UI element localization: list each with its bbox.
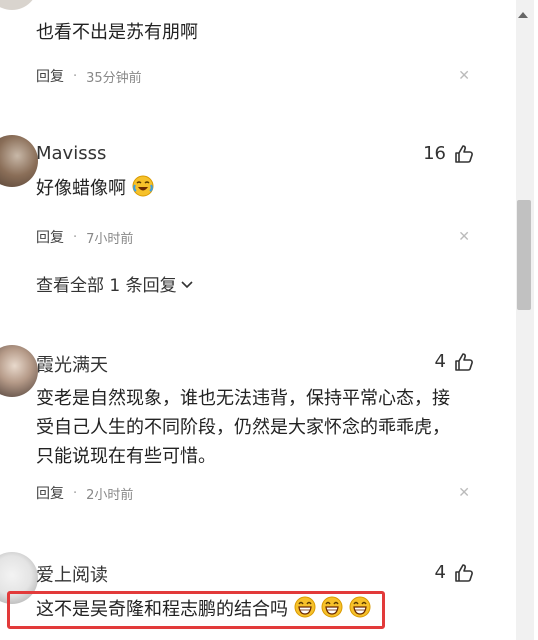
thumbs-up-icon [454, 563, 474, 583]
meta-separator: · [73, 68, 78, 84]
grinning-face-emoji [294, 596, 316, 627]
like-count: 16 [423, 143, 446, 164]
comment-text-line: 只能说现在有些可惜。 [36, 446, 216, 467]
comment-text: 好像蜡像啊 [36, 174, 154, 206]
grinning-face-emoji [349, 596, 371, 627]
thumbs-up-icon [454, 144, 474, 164]
scroll-up-arrow-icon[interactable] [518, 12, 528, 18]
comment-meta: 回复 · 2小时前 [36, 483, 133, 503]
meta-separator: · [73, 485, 78, 501]
avatar[interactable] [0, 135, 38, 187]
comment-text-body: 这不是吴奇隆和程志鹏的结合吗 [36, 599, 288, 620]
avatar[interactable] [0, 345, 38, 397]
username[interactable]: 爱上阅读 [36, 561, 108, 587]
view-all-replies-button[interactable]: 查看全部 1 条回复 [36, 271, 193, 296]
comment-text-line: 变老是自然现象，谁也无法违背，保持平常心态，接 [36, 388, 450, 409]
reply-button[interactable]: 回复 [36, 66, 64, 86]
like-button[interactable]: 16 [423, 143, 474, 164]
comment-text: 也看不出是苏有朋啊 [36, 22, 198, 43]
thumbs-up-icon [454, 352, 474, 372]
chevron-down-icon [181, 274, 193, 294]
like-count: 4 [434, 351, 446, 372]
reply-button[interactable]: 回复 [36, 227, 64, 247]
close-icon[interactable]: ✕ [458, 229, 470, 245]
reply-button[interactable]: 回复 [36, 483, 64, 503]
scrollbar-thumb[interactable] [517, 200, 531, 310]
comment-text: 这不是吴奇隆和程志鹏的结合吗 [36, 595, 371, 627]
comment-time: 7小时前 [86, 231, 134, 247]
username[interactable]: Mavisss [36, 143, 106, 164]
crying-laughing-emoji [132, 175, 154, 206]
username[interactable]: 霞光满天 [36, 351, 108, 377]
scrollbar-track[interactable] [516, 0, 534, 640]
close-icon[interactable]: ✕ [458, 485, 470, 501]
comment-meta: 回复 · 35分钟前 [36, 66, 142, 86]
like-button[interactable]: 4 [435, 562, 474, 583]
meta-separator: · [73, 229, 78, 245]
like-button[interactable]: 4 [435, 351, 474, 372]
comment-time: 35分钟前 [86, 70, 142, 86]
like-count: 4 [434, 562, 446, 583]
comment-text-body: 好像蜡像啊 [36, 178, 126, 199]
grinning-face-emoji [321, 596, 343, 627]
close-icon[interactable]: ✕ [458, 68, 470, 84]
avatar[interactable] [0, 0, 38, 10]
view-all-replies-label: 查看全部 1 条回复 [36, 276, 177, 296]
comment-text: 变老是自然现象，谁也无法违背，保持平常心态，接 受自己人生的不同阶段，仍然是大家… [36, 384, 450, 471]
comment-text-line: 受自己人生的不同阶段，仍然是大家怀念的乖乖虎， [36, 417, 450, 438]
comment-time: 2小时前 [86, 487, 134, 503]
comment-meta: 回复 · 7小时前 [36, 227, 133, 247]
